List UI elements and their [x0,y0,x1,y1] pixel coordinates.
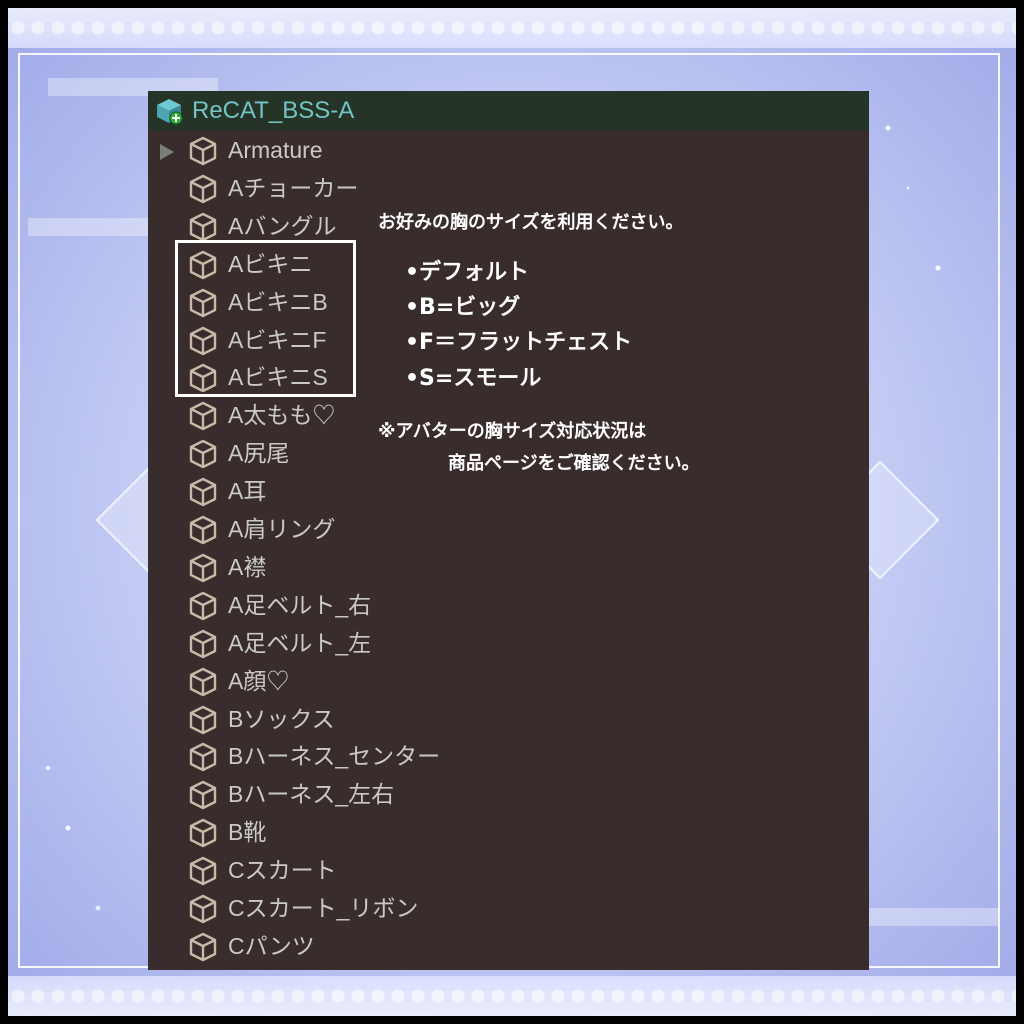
option-flat: •F＝フラットチェスト [405,330,633,355]
hierarchy-item[interactable]: Cパンツ [148,929,869,965]
option-small: •S=スモール [405,366,542,391]
hierarchy-item[interactable]: A耳 [148,474,869,510]
hierarchy-item-label: A耳 [228,478,267,505]
note-line-2: 商品ページをご確認ください。 [448,453,700,474]
cube-icon [189,743,217,772]
hierarchy-item-label: Cスカート [228,857,337,884]
hierarchy-item[interactable]: Bハーネス_左右 [148,777,869,813]
note-line-1: ※アバターの胸サイズ対応状況は [378,421,647,442]
cube-icon [189,402,217,431]
hierarchy-item-label: Aチョーカー [228,174,359,201]
hierarchy-item-label: B靴 [228,819,267,846]
hierarchy-item[interactable]: A足ベルト_左 [148,626,869,662]
option-big: •B=ビッグ [405,295,521,320]
cube-icon [189,932,217,962]
hierarchy-item-label: Bソックス [228,705,335,732]
hierarchy-item-label: A足ベルト_右 [228,591,372,618]
hierarchy-item-label: A顔♡ [228,667,290,694]
hierarchy-item[interactable]: A顔♡ [148,664,869,700]
hierarchy-item-label: Cスカート_リボン [228,895,419,921]
expand-arrow-icon[interactable] [160,144,174,160]
cube-icon [189,856,217,886]
hierarchy-item[interactable]: Cスカート_リボン [148,891,869,927]
hierarchy-root-row[interactable]: ReCAT_BSS-A [148,91,869,131]
hierarchy-item[interactable]: Bソックス [148,702,869,738]
hierarchy-item[interactable]: A足ベルト_右 [148,588,869,624]
hierarchy-item[interactable]: Armature [148,133,869,169]
hierarchy-item[interactable]: A襟 [148,550,869,586]
prefab-add-icon [157,99,183,125]
cube-icon [189,818,217,848]
cube-icon [189,894,217,924]
hierarchy-item-label: A尻尾 [228,440,290,467]
cube-icon [189,136,217,166]
hierarchy-item[interactable]: A肩リング [148,512,869,548]
cube-icon [189,781,217,810]
hierarchy-item-label: Bハーネス_センター [228,743,441,770]
cube-icon [189,174,217,204]
cube-icon [189,477,217,507]
root-label: ReCAT_BSS-A [192,97,355,124]
cube-icon [189,212,217,241]
hierarchy-item-label: Aバングル [228,212,337,239]
cube-icon [189,515,217,545]
hierarchy-item[interactable]: Cスカート [148,853,869,889]
option-default: •デフォルト [405,260,530,285]
hierarchy-item-label: Bハーネス_左右 [228,781,395,808]
cube-icon [189,439,217,469]
hierarchy-item-label: A襟 [228,553,267,580]
hierarchy-item-label: A肩リング [228,516,336,542]
hierarchy-item[interactable]: Aチョーカー [148,171,869,207]
cube-icon [189,553,217,583]
hierarchy-item-label: A足ベルト_左 [228,629,372,656]
bikini-variants-highlight [175,240,356,397]
hierarchy-item-label: A太もも♡ [228,402,336,429]
cube-icon [189,629,217,658]
hierarchy-item[interactable]: Bハーネス_センター [148,739,869,775]
cube-icon [189,705,217,734]
hierarchy-item-label: Armature [228,137,323,163]
intro-text: お好みの胸のサイズを利用ください。 [378,212,684,233]
hierarchy-item[interactable]: B靴 [148,815,869,851]
hierarchy-item-label: Cパンツ [228,932,315,959]
cube-icon [189,591,217,620]
cube-icon [189,667,217,696]
